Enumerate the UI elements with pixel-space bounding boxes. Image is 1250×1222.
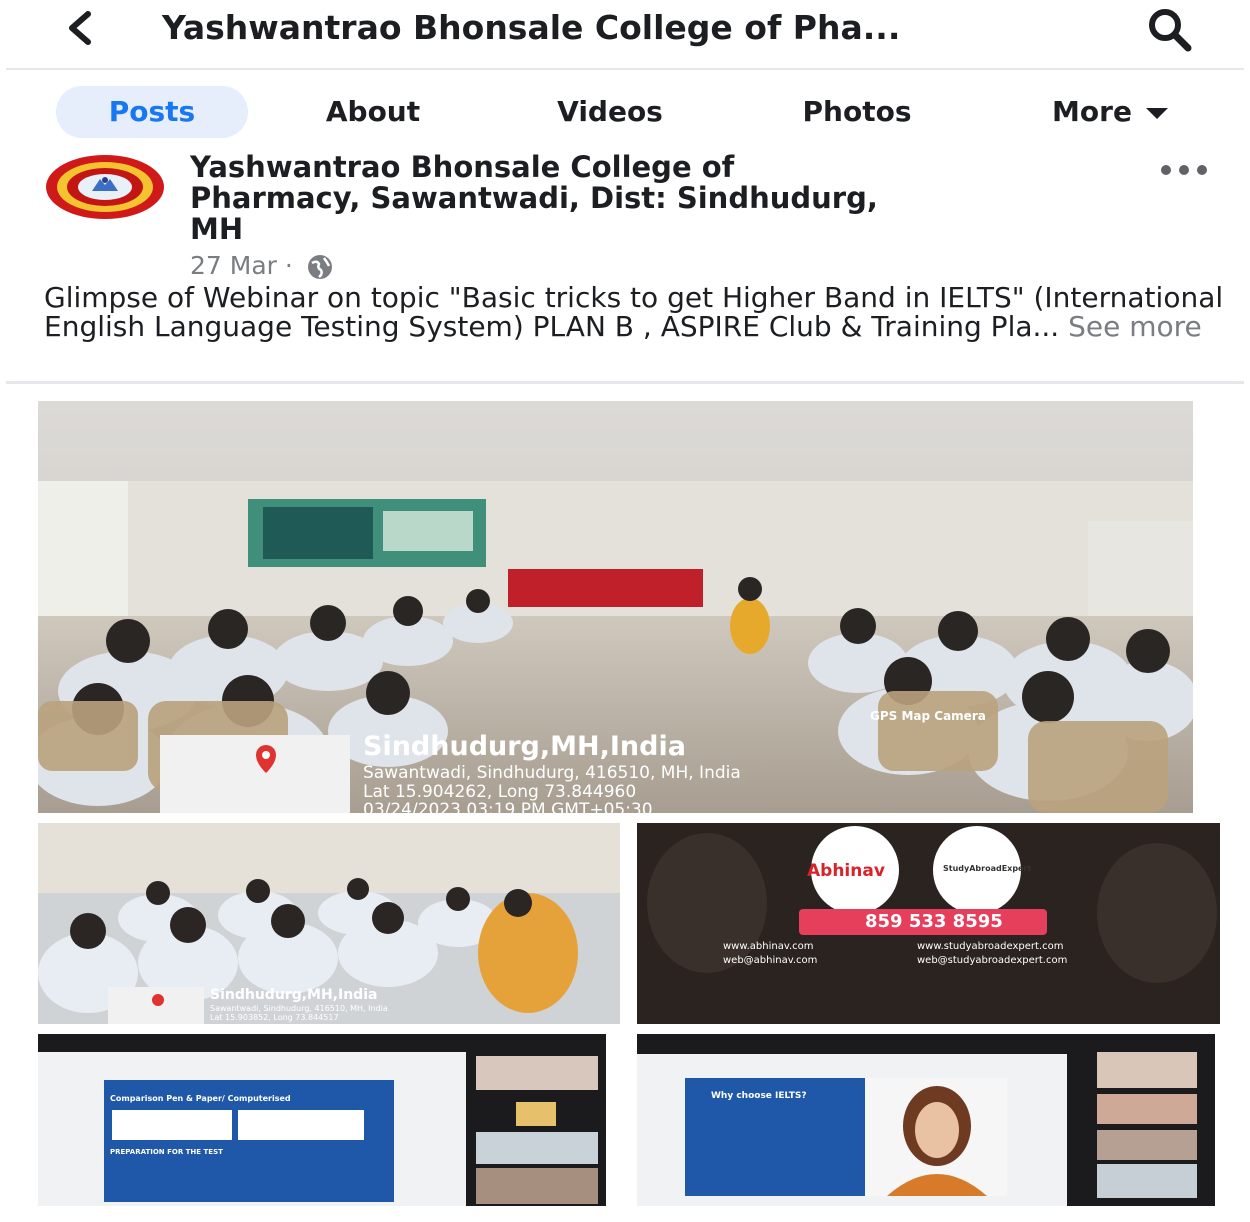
flyer-phone: 859 533 8595 [865,911,1003,932]
tab-photos-label: Photos [802,95,912,128]
geo-latlong: Lat 15.904262, Long 73.844960 [363,782,637,802]
photo-slide-right[interactable]: Why choose IELTS? [637,1034,1215,1206]
post-text: Glimpse of Webinar on topic "Basic trick… [44,283,1224,341]
geo-city-small: Sindhudurg,MH,India [210,987,378,1003]
header-divider [6,68,1244,70]
tab-posts-label: Posts [108,95,196,128]
map-pin-icon [256,745,276,773]
map-thumbnail-small [108,987,204,1024]
avatar[interactable] [44,153,166,221]
post-author-line-2: Pharmacy, Sawantwadi, Dist: Sindhudurg, [190,181,878,215]
photo-slide-left[interactable]: Comparison Pen & Paper/ Computerised PRE… [38,1034,606,1206]
slide-right-title: Why choose IELTS? [711,1091,807,1101]
geo-address: Sawantwadi, Sindhudurg, 416510, MH, Indi… [363,763,741,783]
tab-about[interactable]: About [298,86,448,138]
geo-city: Sindhudurg,MH,India [363,731,686,762]
slide-left-image [38,1034,606,1206]
top-bar: Yashwantrao Bhonsale College of Pha... [0,0,1250,62]
tab-about-label: About [325,95,421,128]
post-author-line-1: Yashwantrao Bhonsale College of [190,150,735,184]
post-meta: 27 Mar · [190,251,335,282]
post-author-line-3: MH [190,212,244,246]
post-date: 27 Mar · [190,251,293,280]
flyer-brand: Abhinav [807,861,885,881]
tab-posts[interactable]: Posts [56,86,248,138]
post-author[interactable]: Yashwantrao Bhonsale College of Pharmacy… [190,152,1150,245]
map-pin-icon-small [152,994,164,1006]
back-arrow-icon[interactable] [58,6,102,50]
flyer-mail-2: web@studyabroadexpert.com [917,955,1068,966]
flyer-mail-1: web@abhinav.com [723,955,818,966]
photo-flyer[interactable]: Abhinav StudyAbroadExpert 859 533 8595 w… [637,823,1220,1024]
post-divider [6,381,1244,384]
globe-icon [307,255,332,279]
flyer-web-2: www.studyabroadexpert.com [917,941,1064,952]
tab-videos-label: Videos [557,95,663,128]
gps-camera-tag: GPS Map Camera [870,709,986,723]
search-icon[interactable] [1146,6,1192,52]
main-photo[interactable]: Sindhudurg,MH,India Sawantwadi, Sindhudu… [38,401,1193,813]
post-body: Glimpse of Webinar on topic "Basic trick… [44,281,1224,343]
slide-right-image [637,1034,1215,1206]
see-more-link[interactable]: See more [1068,310,1202,343]
caret-down-icon [1145,107,1168,119]
map-thumbnail [160,735,350,813]
photo-audience[interactable]: Sindhudurg,MH,India Sawantwadi, Sindhudu… [38,823,620,1024]
tab-more-label: More [1052,95,1132,128]
tab-photos[interactable]: Photos [772,86,942,138]
tab-videos[interactable]: Videos [528,86,692,138]
slide-left-subtitle: PREPARATION FOR THE TEST [110,1148,223,1156]
flyer-partner: StudyAbroadExpert [943,864,1032,873]
slide-left-title: Comparison Pen & Paper/ Computerised [110,1094,291,1103]
flyer-web-1: www.abhinav.com [723,941,814,952]
tab-more[interactable]: More [1022,86,1198,138]
more-options-icon[interactable] [1158,160,1210,180]
geo-timestamp: 03/24/2023 03:19 PM GMT+05:30 [363,800,653,813]
geo-latlong-small: Lat 15.903852, Long 73.844517 [210,1013,339,1022]
geo-address-small: Sawantwadi, Sindhudurg, 416510, MH, Indi… [210,1004,388,1013]
page-title: Yashwantrao Bhonsale College of Pha... [162,8,901,47]
